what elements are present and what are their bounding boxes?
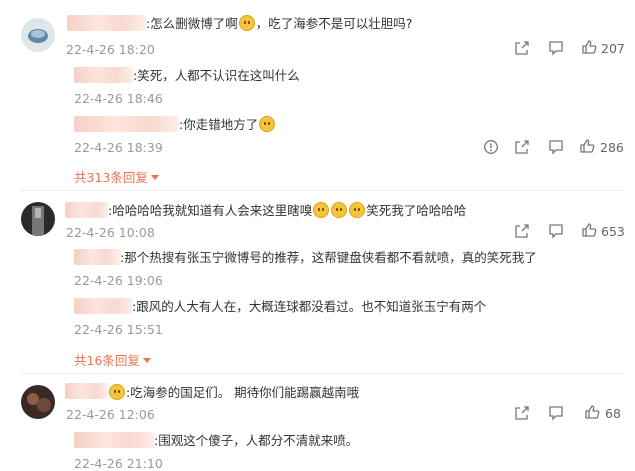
- username-blurred[interactable]: [65, 202, 108, 218]
- chevron-down-icon: [142, 358, 151, 363]
- chevron-down-icon: [150, 175, 159, 180]
- share-icon: [515, 41, 529, 55]
- like-count: 68: [605, 406, 621, 421]
- share-icon: [515, 140, 529, 154]
- reply-time: 22-4-26 18:46: [74, 91, 163, 106]
- like-icon: [582, 223, 597, 237]
- reply-text: :围观这个傻子，人都分不清就来喷。: [154, 433, 359, 448]
- comment-time: 22-4-26 10:08: [66, 225, 155, 240]
- comment-icon: [549, 224, 563, 239]
- comment-icon: [549, 406, 563, 421]
- share-icon: [515, 224, 529, 238]
- reply-time: 22-4-26 19:06: [74, 273, 163, 288]
- like-button[interactable]: [584, 404, 600, 424]
- comment-icon: [549, 41, 563, 56]
- username-blurred[interactable]: [74, 116, 179, 132]
- comment-button[interactable]: [548, 405, 564, 425]
- username-blurred[interactable]: [74, 298, 132, 314]
- divider: [20, 190, 625, 191]
- report-button[interactable]: [483, 139, 499, 159]
- comment-button[interactable]: [548, 223, 564, 243]
- like-icon: [585, 405, 600, 419]
- reply-time: 22-4-26 15:51: [74, 322, 163, 337]
- divider: [20, 373, 625, 374]
- like-button[interactable]: [581, 222, 597, 242]
- emoji-icon: [238, 15, 255, 31]
- emoji-icon: [259, 116, 276, 132]
- emoji-icon: [331, 202, 348, 218]
- reply-text: :那个热搜有张玉宁微博号的推荐，这帮键盘侠看都不看就喷，真的笑死我了: [120, 250, 537, 265]
- comment-button[interactable]: [548, 40, 564, 60]
- emoji-icon: [109, 384, 125, 400]
- like-button[interactable]: [581, 39, 597, 59]
- username-blurred[interactable]: [65, 383, 108, 399]
- like-icon: [582, 40, 597, 54]
- emoji-icon: [349, 202, 366, 218]
- report-icon: [484, 140, 498, 154]
- reply-time: 22-4-26 21:10: [74, 456, 163, 471]
- avatar[interactable]: [21, 18, 55, 52]
- comment-button[interactable]: [548, 139, 564, 159]
- like-count: 207: [601, 41, 625, 56]
- emoji-icon: [313, 202, 330, 218]
- reply-text: :笑死，人都不认识在这叫什么: [133, 68, 300, 83]
- share-button[interactable]: [514, 40, 530, 60]
- like-button[interactable]: [579, 138, 595, 158]
- avatar-image: [21, 18, 55, 52]
- more-replies-link[interactable]: 共16条回复: [74, 350, 151, 369]
- avatar[interactable]: [21, 385, 55, 419]
- comment-text: :哈哈哈哈我就知道有人会来这里瞎嗅 笑死我了哈哈哈哈: [108, 202, 467, 218]
- reply-text: :跟风的人大有人在，大概连球都没看过。也不知道张玉宁有两个: [132, 299, 487, 314]
- comment-time: 22-4-26 12:06: [66, 407, 155, 422]
- username-blurred[interactable]: [74, 67, 133, 83]
- comment-text: :吃海参的国足们。 期待你们能踢赢越南哦: [108, 384, 359, 401]
- username-blurred[interactable]: [74, 249, 120, 265]
- share-button[interactable]: [514, 139, 530, 159]
- like-icon: [580, 139, 595, 153]
- comment-text: :怎么删微博了啊 ，吃了海参不是可以壮胆吗?: [146, 15, 413, 31]
- comment-time: 22-4-26 18:20: [66, 42, 155, 57]
- reply-text: :你走错地方了: [179, 116, 276, 133]
- like-count: 653: [601, 224, 625, 239]
- avatar[interactable]: [21, 202, 55, 236]
- comment-icon: [549, 140, 563, 155]
- avatar-image: [21, 385, 55, 419]
- like-count: 286: [600, 140, 624, 155]
- share-button[interactable]: [514, 223, 530, 243]
- avatar-image: [21, 202, 55, 236]
- reply-time: 22-4-26 18:39: [74, 140, 163, 155]
- username-blurred[interactable]: [74, 432, 154, 448]
- share-button[interactable]: [514, 405, 530, 425]
- username-blurred[interactable]: [67, 15, 146, 31]
- more-replies-link[interactable]: 共313条回复: [74, 167, 159, 186]
- share-icon: [515, 406, 529, 420]
